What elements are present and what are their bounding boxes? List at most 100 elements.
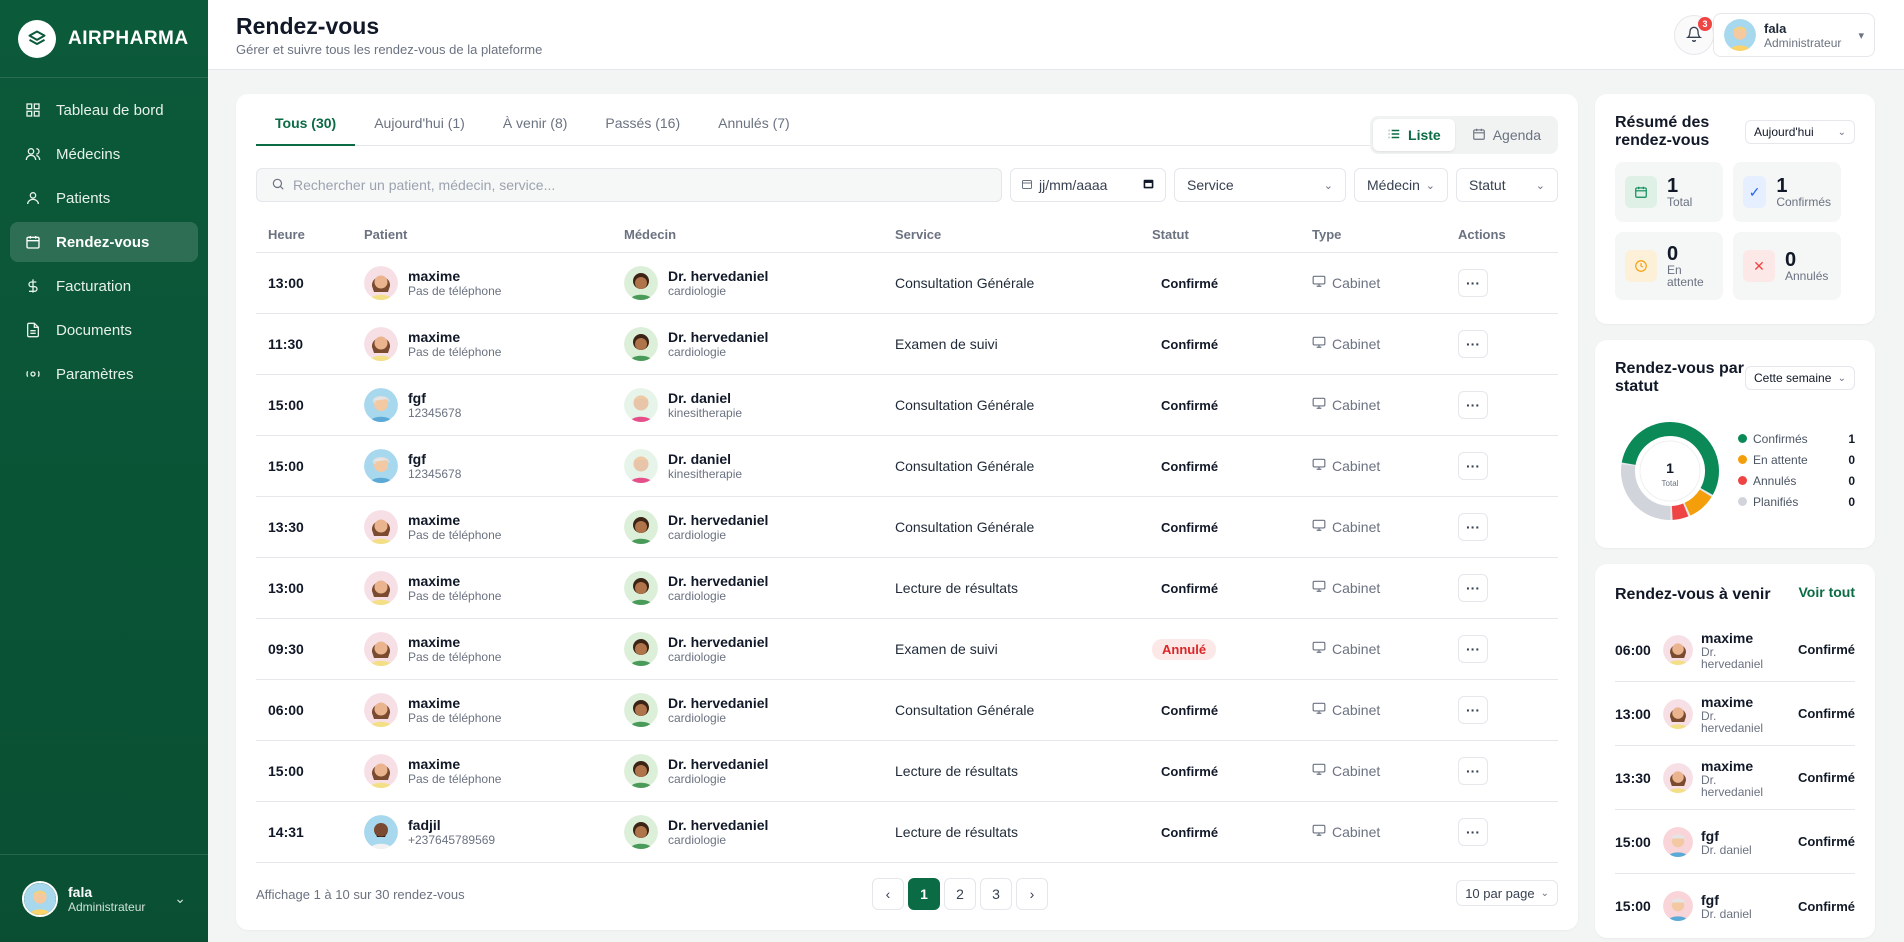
upcoming-item[interactable]: 15:00 fgf Dr. daniel Confirmé (1615, 810, 1855, 874)
table-row[interactable]: 15:00 fgf 12345678 Dr. daniel kinesitherapie… (256, 374, 1558, 436)
table-row[interactable]: 13:00 maxime Pas de téléphone Dr. hervedani… (256, 557, 1558, 619)
patient-name[interactable]: maxime (408, 573, 501, 589)
sidebar-user-menu[interactable]: fala Administrateur ⌄ (0, 854, 208, 942)
doctor-specialty: kinesitherapie (668, 466, 743, 481)
upcoming-avatar (1663, 891, 1693, 921)
column-header-service[interactable]: Service (883, 218, 1140, 253)
cell-doctor: Dr. hervedaniel cardiologie (612, 618, 883, 680)
column-header-status[interactable]: Statut (1140, 218, 1300, 253)
tab-all[interactable]: Tous (30) (256, 108, 356, 146)
next-page-button[interactable]: › (1016, 878, 1048, 910)
column-header-doctor[interactable]: Médecin (612, 218, 883, 253)
table-row[interactable]: 14:31 fadjil +237645789569 Dr. hervedaniel c… (256, 801, 1558, 863)
tab-past[interactable]: Passés (16) (586, 108, 699, 146)
header-user-name: fala (1764, 20, 1787, 36)
doctor-name[interactable]: Dr. hervedaniel (668, 634, 768, 650)
upcoming-item[interactable]: 13:00 maxime Dr. hervedaniel Confirmé (1615, 682, 1855, 746)
patient-name[interactable]: maxime (408, 634, 501, 650)
upcoming-item[interactable]: 06:00 maxime Dr. hervedaniel Confirmé (1615, 618, 1855, 682)
status-select[interactable]: Statut ⌄ (1456, 168, 1558, 202)
sidebar-item-appointments[interactable]: Rendez-vous (10, 222, 198, 262)
doctor-name[interactable]: Dr. hervedaniel (668, 817, 768, 833)
tab-cancelled[interactable]: Annulés (7) (699, 108, 809, 146)
cell-type: Cabinet (1300, 374, 1446, 436)
date-filter[interactable]: jj/mm/aaaa (1010, 168, 1166, 202)
sidebar-item-doctors[interactable]: Médecins (10, 134, 198, 174)
cell-actions: ··· (1446, 618, 1558, 680)
table-row[interactable]: 13:30 maxime Pas de téléphone Dr. hervedani… (256, 496, 1558, 558)
more-icon: ··· (1466, 640, 1480, 657)
monitor-icon (1312, 823, 1326, 840)
sidebar-user-role: Administrateur (68, 899, 146, 914)
legend-value: 0 (1848, 452, 1855, 467)
doctor-name[interactable]: Dr. hervedaniel (668, 756, 768, 772)
view-list-button[interactable]: Liste (1373, 119, 1455, 151)
service-select[interactable]: Service ⌄ (1174, 168, 1346, 202)
row-actions-button[interactable]: ··· (1458, 268, 1488, 297)
table-row[interactable]: 11:30 maxime Pas de téléphone Dr. hervedani… (256, 313, 1558, 375)
search-input[interactable] (293, 177, 973, 193)
patient-name[interactable]: maxime (408, 329, 501, 345)
row-actions-button[interactable]: ··· (1458, 817, 1488, 846)
page-button-2[interactable]: 2 (944, 878, 976, 910)
row-actions-button[interactable]: ··· (1458, 756, 1488, 785)
summary-period-select[interactable]: Aujourd'hui ⌄ (1745, 120, 1855, 144)
column-header-type[interactable]: Type (1300, 218, 1446, 253)
patient-name[interactable]: fgf (408, 390, 461, 406)
row-actions-button[interactable]: ··· (1458, 451, 1488, 480)
per-page-select[interactable]: 10 par page ⌄ (1456, 880, 1558, 906)
sidebar-item-settings[interactable]: Paramètres (10, 354, 198, 394)
row-actions-button[interactable]: ··· (1458, 695, 1488, 724)
see-all-link[interactable]: Voir tout (1798, 584, 1855, 600)
tab-upcoming[interactable]: À venir (8) (484, 108, 587, 146)
doctor-name[interactable]: Dr. hervedaniel (668, 573, 768, 589)
status-period-select[interactable]: Cette semaine ⌄ (1745, 366, 1855, 390)
status-badge: Confirmé (1161, 336, 1219, 352)
patient-name[interactable]: maxime (408, 268, 501, 284)
doctor-name[interactable]: Dr. hervedaniel (668, 512, 768, 528)
patient-name[interactable]: fgf (408, 451, 461, 467)
tab-today[interactable]: Aujourd'hui (1) (355, 108, 484, 146)
table-row[interactable]: 15:00 fgf 12345678 Dr. daniel kinesitherapie… (256, 435, 1558, 497)
patient-name[interactable]: maxime (408, 695, 501, 711)
doctor-name[interactable]: Dr. hervedaniel (668, 695, 768, 711)
column-header-time[interactable]: Heure (256, 218, 352, 253)
table-row[interactable]: 09:30 maxime Pas de téléphone Dr. hervedani… (256, 618, 1558, 680)
user-menu[interactable]: fala Administrateur ▾ (1713, 13, 1875, 57)
row-actions-button[interactable]: ··· (1458, 573, 1488, 602)
page-button-3[interactable]: 3 (980, 878, 1012, 910)
upcoming-item[interactable]: 15:00 fgf Dr. daniel Confirmé (1615, 874, 1855, 938)
table-row[interactable]: 13:00 maxime Pas de téléphone Dr. hervedani… (256, 252, 1558, 314)
page-button-1[interactable]: 1 (908, 878, 940, 910)
view-agenda-button[interactable]: Agenda (1458, 119, 1555, 151)
doctor-name[interactable]: Dr. hervedaniel (668, 268, 768, 284)
doctor-name[interactable]: Dr. hervedaniel (668, 329, 768, 345)
patient-name[interactable]: fadjil (408, 817, 495, 833)
row-actions-button[interactable]: ··· (1458, 634, 1488, 663)
notifications-button[interactable]: 3 (1674, 15, 1714, 55)
sidebar-item-documents[interactable]: Documents (10, 310, 198, 350)
doctor-name[interactable]: Dr. daniel (668, 390, 742, 406)
sidebar-item-patients[interactable]: Patients (10, 178, 198, 218)
table-row[interactable]: 15:00 maxime Pas de téléphone Dr. hervedani… (256, 740, 1558, 802)
column-header-patient[interactable]: Patient (352, 218, 612, 253)
patient-name[interactable]: maxime (408, 512, 501, 528)
upcoming-item[interactable]: 13:30 maxime Dr. hervedaniel Confirmé (1615, 746, 1855, 810)
sidebar-item-dashboard[interactable]: Tableau de bord (10, 90, 198, 130)
row-actions-button[interactable]: ··· (1458, 329, 1488, 358)
service-name: Consultation Générale (895, 518, 1035, 535)
table-row[interactable]: 06:00 maxime Pas de téléphone Dr. hervedani… (256, 679, 1558, 741)
prev-page-button[interactable]: ‹ (872, 878, 904, 910)
stat-confirmed-value: 1 (1776, 175, 1788, 197)
row-actions-button[interactable]: ··· (1458, 512, 1488, 541)
appointment-tabs: Tous (30) Aujourd'hui (1) À venir (8) Pa… (256, 108, 1558, 146)
cell-status: Confirmé (1140, 801, 1300, 863)
doctor-name[interactable]: Dr. daniel (668, 451, 742, 467)
stat-cancelled: ✕ 0 Annulés (1733, 232, 1841, 300)
row-actions-button[interactable]: ··· (1458, 390, 1488, 419)
patient-name[interactable]: maxime (408, 756, 501, 772)
sidebar-item-billing[interactable]: Facturation (10, 266, 198, 306)
doctor-select[interactable]: Médecin ⌄ (1354, 168, 1448, 202)
patient-phone: Pas de téléphone (408, 527, 502, 542)
appointments-table: Heure Patient Médecin Service Statut Typ… (256, 218, 1558, 863)
